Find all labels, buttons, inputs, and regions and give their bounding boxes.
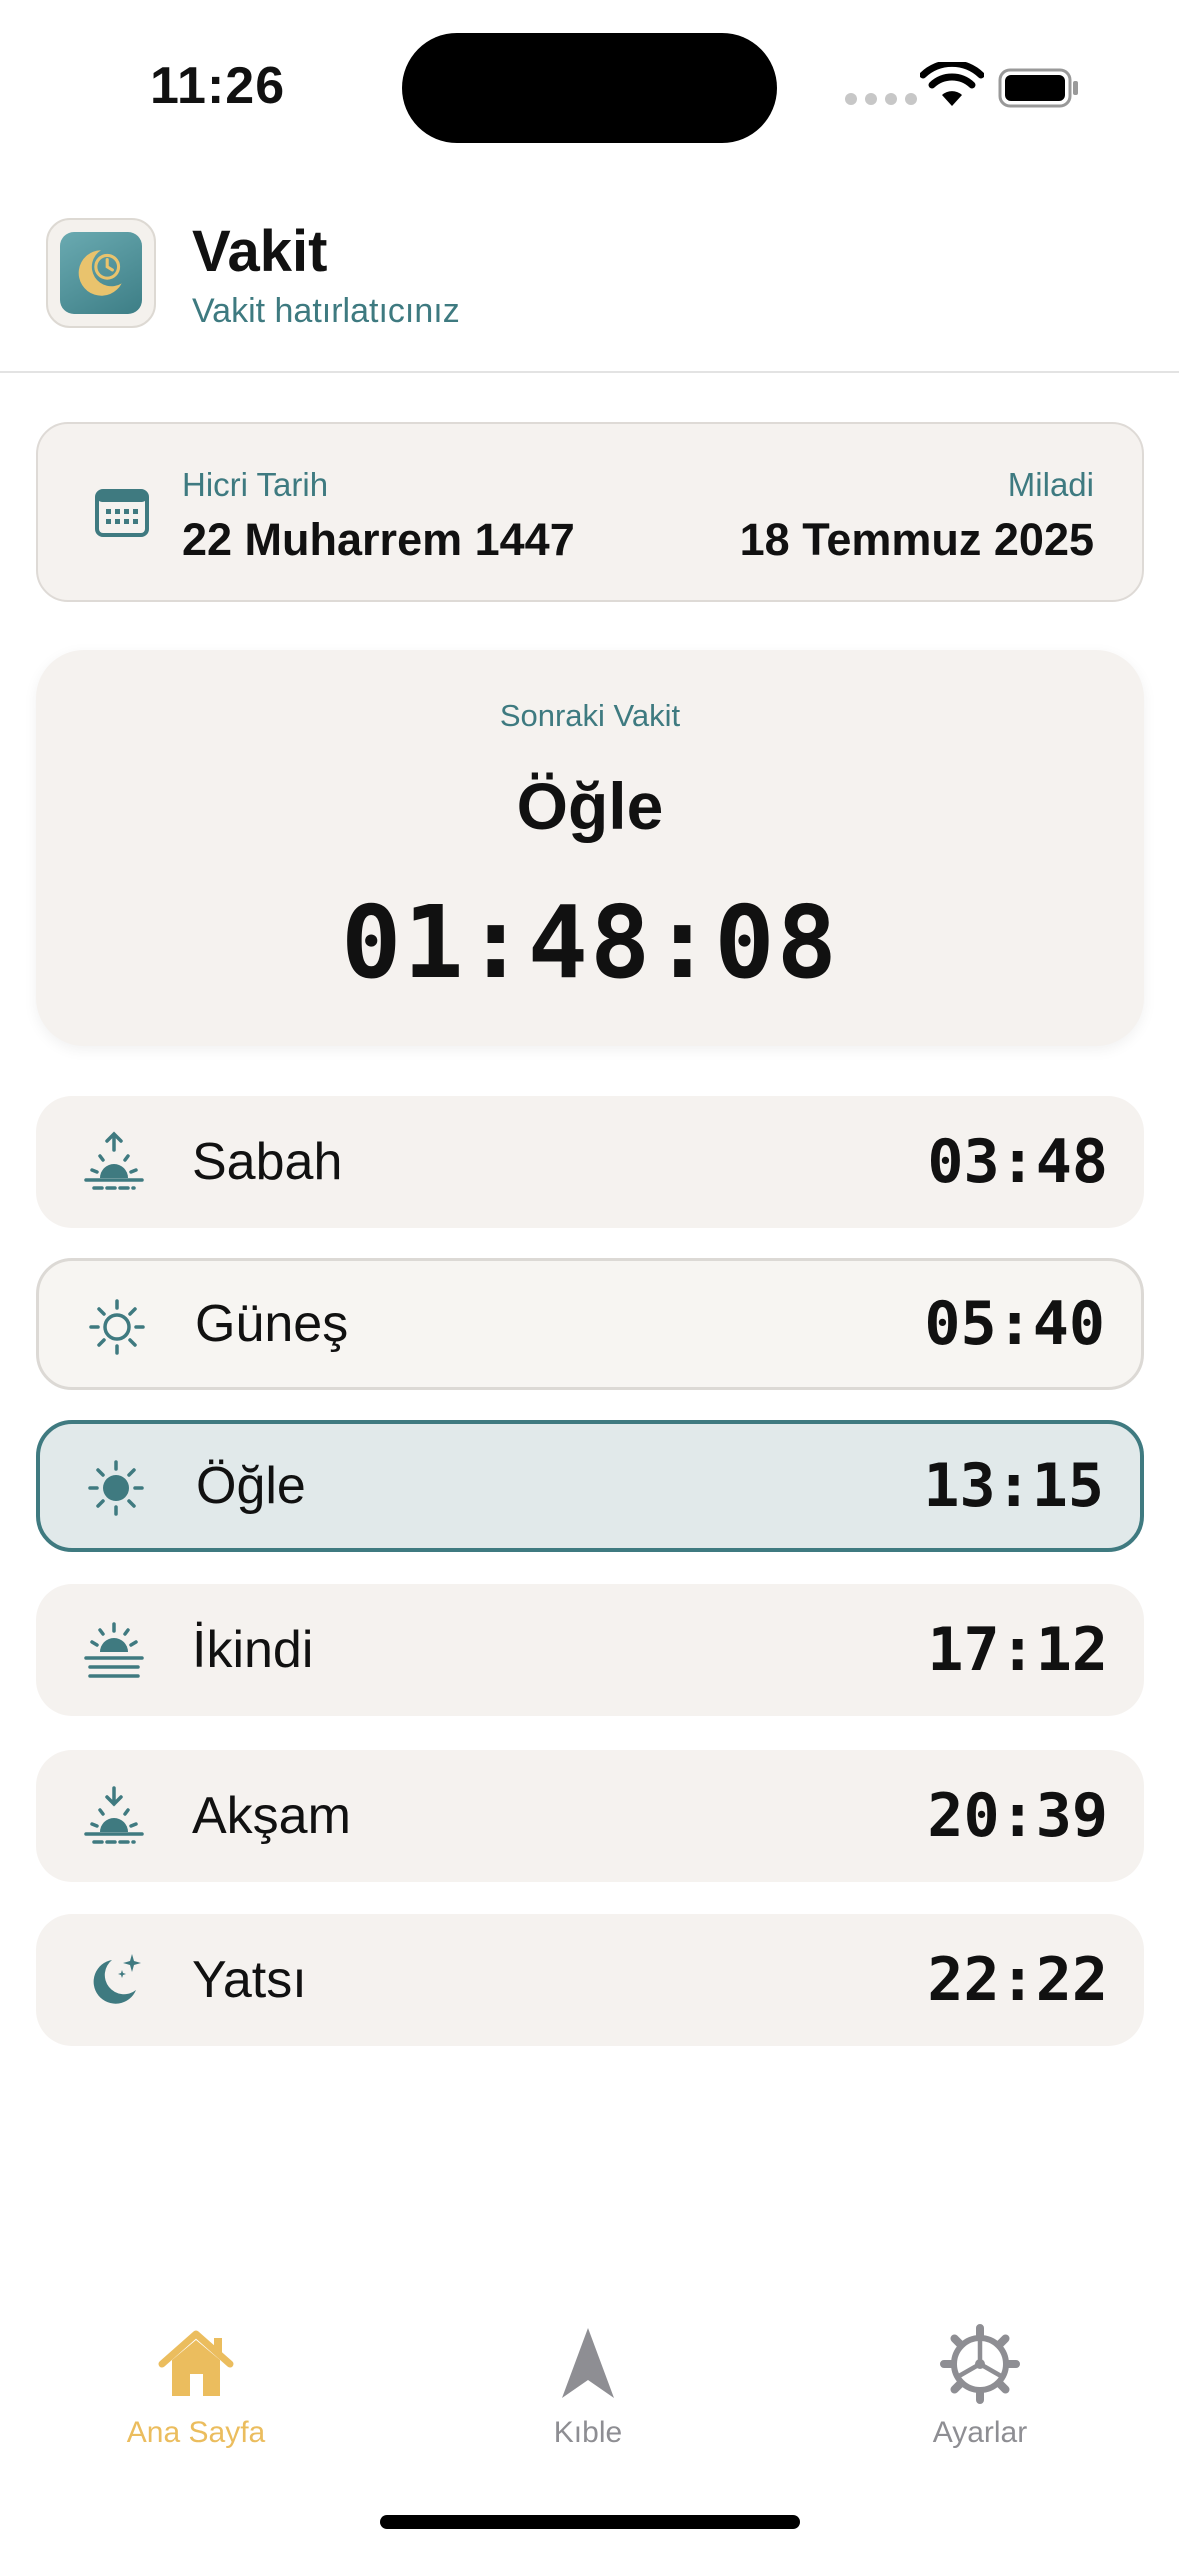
prayer-row-yatsi[interactable]: Yatsı 22:22 — [36, 1914, 1144, 2046]
prayer-time: 13:15 — [923, 1451, 1104, 1521]
status-time: 11:26 — [150, 57, 286, 115]
cellular-dots-icon — [845, 93, 917, 105]
prayer-name: Akşam — [192, 1787, 351, 1845]
wifi-icon — [920, 62, 984, 106]
prayer-time: 22:22 — [927, 1945, 1108, 2015]
next-prayer-label: Sonraki Vakit — [499, 698, 681, 733]
compass-arrow-icon — [562, 2328, 614, 2398]
tab-ana-sayfa[interactable]: Ana Sayfa — [66, 2320, 326, 2460]
prayer-row-ikindi[interactable]: İkindi 17:12 — [36, 1584, 1144, 1716]
tab-kible[interactable]: Kıble — [458, 2320, 718, 2460]
app-title: Vakit — [192, 219, 328, 284]
sun-haze-icon — [84, 1622, 144, 1678]
prayer-row-ogle[interactable]: Öğle 13:15 — [36, 1420, 1144, 1552]
prayer-name: Öğle — [196, 1457, 306, 1515]
sun-filled-icon — [88, 1460, 144, 1516]
prayer-row-aksam[interactable]: Akşam 20:39 — [36, 1750, 1144, 1882]
next-prayer-card: Sonraki Vakit Öğle 01:48:08 — [36, 650, 1144, 1046]
prayer-time: 03:48 — [927, 1127, 1108, 1197]
home-indicator — [380, 2515, 800, 2529]
sunset-arrow-down-icon — [84, 1786, 144, 1844]
moon-stars-icon — [93, 1954, 141, 2004]
crescent-clock-icon — [46, 218, 156, 328]
tab-bar: Ana Sayfa Kıble Ayarlar — [0, 2290, 1179, 2490]
app-subtitle: Vakit hatırlatıcınız — [192, 292, 460, 330]
sun-outline-icon — [89, 1299, 145, 1355]
dynamic-island — [402, 33, 777, 143]
hijri-date-label: Hicri Tarih — [182, 466, 329, 503]
prayer-time: 05:40 — [924, 1289, 1105, 1359]
tab-label: Ana Sayfa — [126, 2416, 266, 2449]
next-prayer-name: Öğle — [516, 769, 664, 843]
tab-label: Ayarlar — [932, 2416, 1028, 2449]
next-prayer-countdown: 01:48:08 — [341, 884, 839, 1001]
prayer-name: Yatsı — [192, 1951, 307, 2009]
gear-icon — [940, 2324, 1020, 2404]
calendar-icon — [95, 489, 149, 537]
prayer-name: İkindi — [192, 1621, 314, 1679]
battery-icon — [998, 68, 1078, 108]
app-header: Vakit Vakit hatırlatıcınız — [0, 170, 1179, 373]
date-card: Hicri Tarih 22 Muharrem 1447 Miladi 18 T… — [36, 422, 1144, 602]
house-icon — [158, 2330, 234, 2396]
prayer-name: Sabah — [192, 1133, 343, 1191]
status-bar: 11:26 — [0, 0, 1179, 170]
prayer-row-gunes[interactable]: Güneş 05:40 — [36, 1258, 1144, 1390]
prayer-name: Güneş — [195, 1295, 349, 1353]
gregorian-date-label: Miladi — [1007, 466, 1094, 503]
hijri-date-value: 22 Muharrem 1447 — [182, 514, 575, 565]
sunrise-arrow-up-icon — [84, 1131, 144, 1190]
prayer-row-sabah[interactable]: Sabah 03:48 — [36, 1096, 1144, 1228]
tab-label: Kıble — [553, 2416, 623, 2449]
gregorian-date-value: 18 Temmuz 2025 — [739, 514, 1094, 565]
tab-ayarlar[interactable]: Ayarlar — [850, 2320, 1110, 2460]
prayer-time: 17:12 — [927, 1615, 1108, 1685]
prayer-time: 20:39 — [927, 1781, 1108, 1851]
